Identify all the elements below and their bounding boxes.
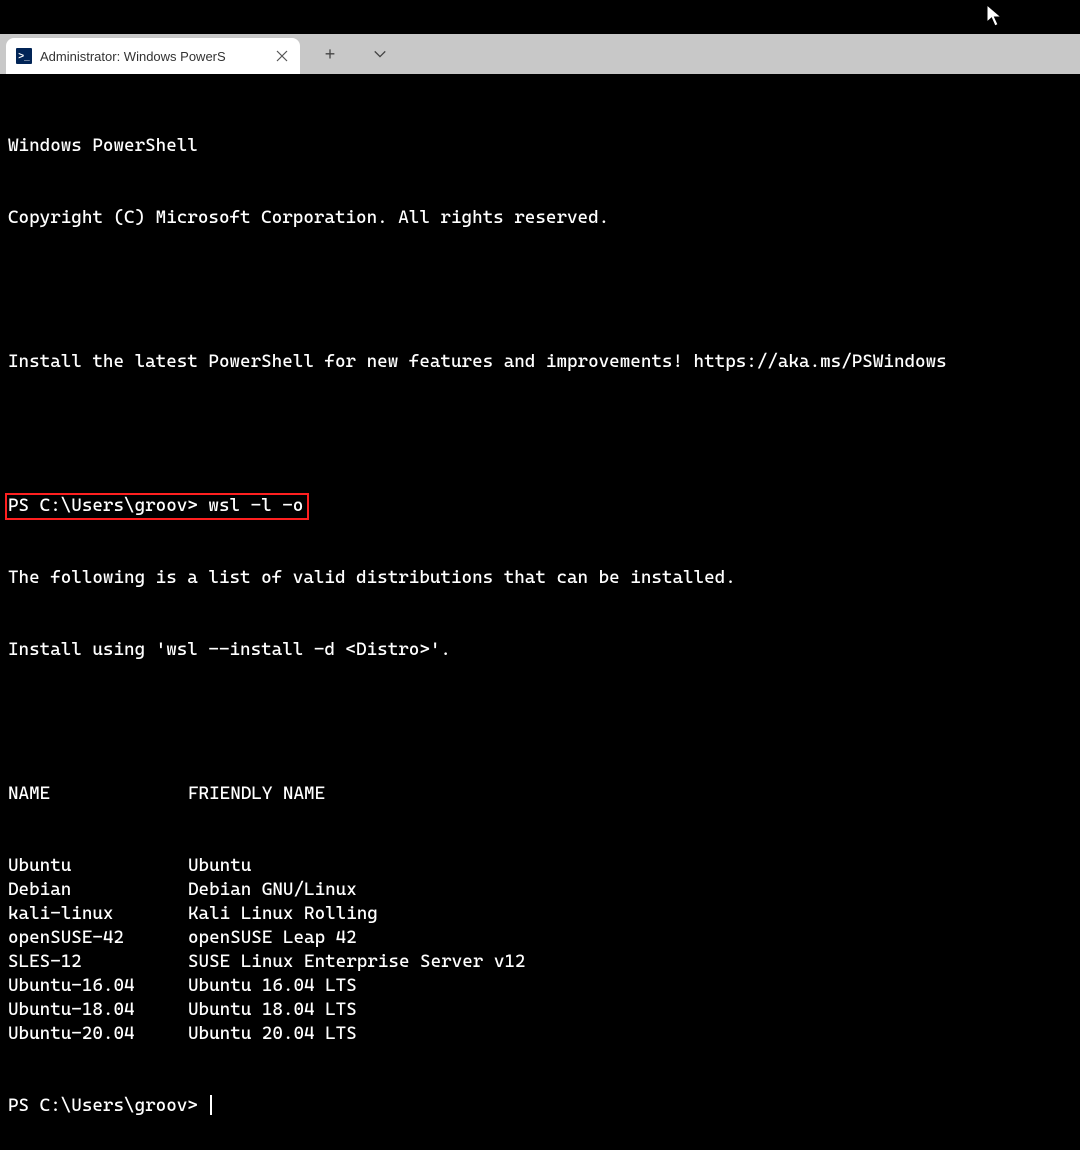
header-name: NAME: [8, 782, 188, 806]
distro-name: openSUSE-42: [8, 926, 188, 950]
distro-table-row: DebianDebian GNU/Linux: [8, 878, 1072, 902]
distro-table-row: UbuntuUbuntu: [8, 854, 1072, 878]
distro-friendly-name: openSUSE Leap 42: [188, 926, 1072, 950]
distro-table-header: NAMEFRIENDLY NAME: [8, 782, 1072, 806]
prompt-line-1: PS C:\Users\groov> wsl -l -o: [8, 494, 1072, 518]
text-cursor: [210, 1095, 212, 1115]
distro-friendly-name: Ubuntu 16.04 LTS: [188, 974, 1072, 998]
distro-name: Ubuntu-20.04: [8, 1022, 188, 1046]
tab-dropdown-button[interactable]: [368, 42, 392, 66]
typed-command: wsl -l -o: [208, 495, 303, 516]
tab-title: Administrator: Windows PowerS: [40, 49, 266, 64]
header-friendly: FRIENDLY NAME: [188, 782, 1072, 806]
output-line: Install using 'wsl --install -d <Distro>…: [8, 638, 1072, 662]
prompt-prefix: PS C:\Users\groov>: [8, 495, 208, 516]
distro-table-row: kali-linuxKali Linux Rolling: [8, 902, 1072, 926]
terminal-tabstrip: >_ Administrator: Windows PowerS +: [0, 34, 1080, 74]
distro-name: Debian: [8, 878, 188, 902]
distro-table-row: openSUSE-42openSUSE Leap 42: [8, 926, 1072, 950]
banner-line: Copyright (C) Microsoft Corporation. All…: [8, 206, 1072, 230]
distro-table-row: Ubuntu-16.04Ubuntu 16.04 LTS: [8, 974, 1072, 998]
banner-line: Windows PowerShell: [8, 134, 1072, 158]
terminal-output[interactable]: Windows PowerShell Copyright (C) Microso…: [0, 74, 1080, 1150]
output-line: The following is a list of valid distrib…: [8, 566, 1072, 590]
blank-line: [8, 710, 1072, 734]
distro-friendly-name: Ubuntu 20.04 LTS: [188, 1022, 1072, 1046]
blank-line: [8, 278, 1072, 302]
new-tab-button[interactable]: +: [318, 42, 342, 66]
distro-table-row: Ubuntu-18.04Ubuntu 18.04 LTS: [8, 998, 1072, 1022]
close-tab-button[interactable]: [274, 48, 290, 64]
distro-name: Ubuntu-16.04: [8, 974, 188, 998]
distro-table-row: SLES-12SUSE Linux Enterprise Server v12: [8, 950, 1072, 974]
prompt-line-2: PS C:\Users\groov>: [8, 1094, 1072, 1118]
distro-table-row: Ubuntu-20.04Ubuntu 20.04 LTS: [8, 1022, 1072, 1046]
distro-friendly-name: Debian GNU/Linux: [188, 878, 1072, 902]
tab-active-powershell[interactable]: >_ Administrator: Windows PowerS: [6, 38, 300, 74]
distro-friendly-name: Kali Linux Rolling: [188, 902, 1072, 926]
distro-friendly-name: SUSE Linux Enterprise Server v12: [188, 950, 1072, 974]
distro-name: kali-linux: [8, 902, 188, 926]
window-titlebar-blank: [0, 0, 1080, 34]
distro-name: Ubuntu: [8, 854, 188, 878]
install-hint-line: Install the latest PowerShell for new fe…: [8, 350, 1072, 374]
blank-line: [8, 422, 1072, 446]
distro-name: Ubuntu-18.04: [8, 998, 188, 1022]
powershell-icon: >_: [16, 48, 32, 64]
distro-friendly-name: Ubuntu 18.04 LTS: [188, 998, 1072, 1022]
distro-name: SLES-12: [8, 950, 188, 974]
tabstrip-controls: +: [318, 34, 392, 74]
prompt-prefix: PS C:\Users\groov>: [8, 1095, 208, 1116]
distro-friendly-name: Ubuntu: [188, 854, 1072, 878]
